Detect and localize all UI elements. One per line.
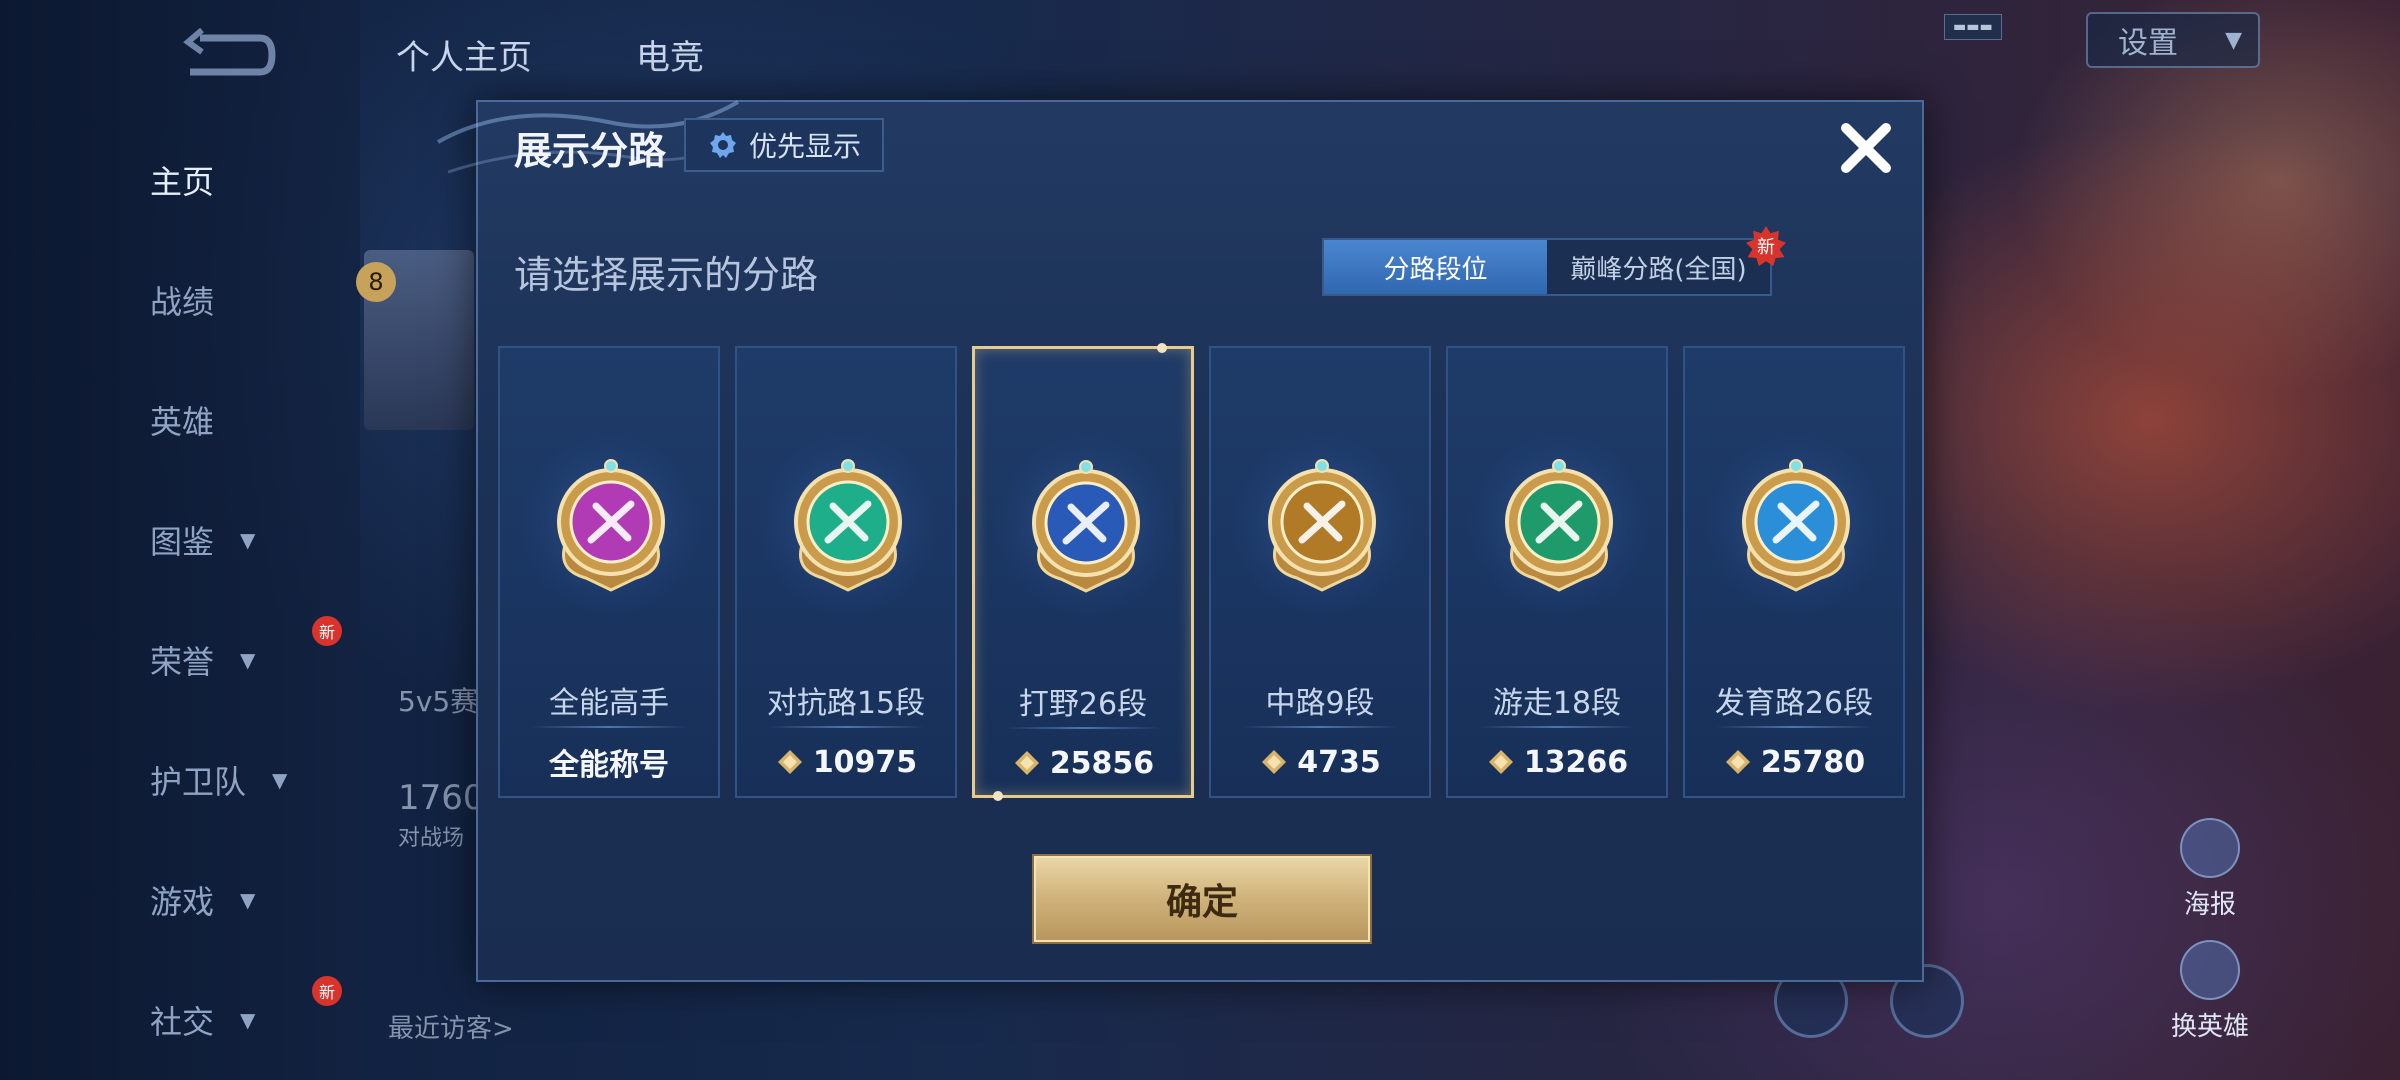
lane-name: 打野26段 — [1018, 687, 1148, 722]
chevron-down-icon: ▼ — [240, 888, 256, 912]
rank-points-icon — [1014, 751, 1039, 775]
lane-score: 25780 — [1685, 740, 1903, 784]
sidebar-item-label: 战绩 — [150, 283, 215, 321]
rank-points-icon — [777, 750, 802, 774]
lane-emblem-icon — [1268, 459, 1376, 592]
lane-emblem-icon — [1032, 460, 1140, 593]
priority-display-label: 优先显示 — [748, 130, 861, 163]
sidebar-item-label: 英雄 — [150, 403, 215, 441]
lane-score-value: 25856 — [1049, 745, 1155, 781]
divider — [1241, 726, 1399, 728]
new-badge: 新 — [1746, 226, 1786, 266]
sidebar-item[interactable]: 游戏 ▼ — [150, 870, 350, 930]
sidebar-item-label: 护卫队 — [150, 763, 247, 801]
swap-hero-icon — [2180, 940, 2240, 1000]
sidebar-item-label: 社交 — [150, 1003, 215, 1041]
tab-esports[interactable]: 电竞 — [636, 30, 704, 79]
lane-name: 对抗路15段 — [766, 686, 926, 721]
lane-card[interactable]: 打野26段 25856 — [972, 343, 1194, 801]
lane-score-value: 13266 — [1523, 744, 1629, 780]
sidebar-item[interactable]: 战绩 — [150, 270, 350, 330]
close-icon[interactable] — [1834, 116, 1898, 180]
rank-points-icon — [1488, 750, 1513, 774]
lane-score: 4735 — [1211, 740, 1429, 784]
divider — [530, 726, 688, 728]
sidebar-item-label: 游戏 — [150, 883, 215, 921]
settings-label: 设置 — [2118, 26, 2178, 61]
lane-card[interactable]: 游走18段 13266 — [1446, 346, 1668, 798]
sidebar-item[interactable]: 护卫队 ▼ — [150, 750, 350, 810]
divider — [1715, 726, 1873, 728]
lane-score: 全能称号 — [500, 740, 718, 784]
rank-level-badge: 8 — [356, 262, 396, 302]
lane-name: 全能高手 — [549, 686, 669, 721]
poster-icon — [2180, 818, 2240, 878]
back-icon[interactable] — [180, 28, 276, 82]
poster-label: 海报 — [2183, 890, 2236, 920]
new-badge: 新 — [312, 976, 342, 1006]
lane-name: 游走18段 — [1492, 686, 1622, 721]
gear-icon — [709, 132, 736, 158]
rank-points-icon — [1725, 750, 1750, 774]
priority-display-button[interactable]: 优先显示 — [684, 118, 884, 172]
lane-name: 发育路26段 — [1714, 686, 1874, 721]
lane-card[interactable]: 发育路26段 25780 — [1683, 346, 1905, 798]
poster-button[interactable]: 海报 — [2150, 818, 2270, 921]
swap-hero-label: 换英雄 — [2170, 1012, 2249, 1042]
lane-emblem-icon — [1505, 459, 1613, 592]
lane-mode-tabs: 分路段位 巅峰分路(全国) 新 — [1322, 226, 1786, 296]
lane-score-value: 4735 — [1297, 744, 1381, 780]
lane-score-value: 25780 — [1760, 744, 1866, 780]
lane-card-list: 全能高手 全能称号 对抗路15段 10975 打野26段 25856 中路9段 4735 游走1… — [498, 343, 1908, 801]
lane-display-dialog: 展示分路 优先显示 请选择展示的分路 分路段位 巅峰分路(全国) 新 全能高手全… — [437, 100, 1924, 982]
chevron-down-icon: ▼ — [240, 1008, 256, 1032]
divider — [1005, 727, 1161, 729]
lane-score: 25856 — [975, 741, 1191, 785]
tab-lane-rank[interactable]: 分路段位 — [1324, 240, 1547, 294]
sidebar-item[interactable]: 主页 — [150, 150, 350, 210]
chevron-down-icon: ▼ — [272, 768, 288, 792]
divider — [1478, 726, 1636, 728]
dialog-title: 展示分路 — [514, 129, 667, 173]
selection-corner-dot — [1157, 343, 1167, 353]
lane-score-value: 10975 — [812, 744, 918, 780]
lane-card[interactable]: 全能高手 全能称号 — [498, 346, 720, 798]
battle-text: 对战场 — [398, 826, 465, 851]
event-tag: ▬▬▬ — [1944, 14, 2002, 40]
lane-card[interactable]: 对抗路15段 10975 — [735, 346, 957, 798]
chevron-down-icon: ▼ — [2225, 27, 2242, 53]
recent-visitors-link[interactable]: 最近访客> — [388, 1008, 514, 1045]
lane-name: 中路9段 — [1265, 686, 1375, 721]
chevron-down-icon: ▼ — [240, 528, 256, 552]
tab-peak-lane[interactable]: 巅峰分路(全国) 新 — [1547, 226, 1786, 294]
mode-text: 5v5赛 — [398, 685, 479, 718]
count-text: 1760 — [398, 778, 485, 818]
settings-dropdown[interactable]: 设置 ▼ — [2086, 12, 2260, 68]
tab-lane-rank-label: 分路段位 — [1383, 254, 1488, 285]
lane-emblem-icon — [1742, 459, 1850, 592]
lane-score: 10975 — [737, 740, 955, 784]
tab-personal-home[interactable]: 个人主页 — [396, 30, 532, 79]
divider — [767, 726, 925, 728]
sidebar-item[interactable]: 英雄 — [150, 390, 350, 450]
new-badge: 新 — [312, 616, 342, 646]
lane-card[interactable]: 中路9段 4735 — [1209, 346, 1431, 798]
selection-corner-dot — [993, 791, 1003, 801]
sidebar-item-label: 主页 — [150, 163, 215, 201]
tab-peak-lane-label: 巅峰分路(全国) — [1570, 254, 1747, 285]
lane-score: 13266 — [1448, 740, 1666, 784]
lane-emblem-icon — [557, 459, 665, 592]
sidebar-item-label: 图鉴 — [150, 523, 215, 561]
rank-points-icon — [1262, 750, 1287, 774]
sidebar-item[interactable]: 图鉴 ▼ — [150, 510, 350, 570]
lane-emblem-icon — [794, 459, 902, 592]
select-lane-prompt: 请选择展示的分路 — [514, 253, 819, 297]
sidebar-item-label: 荣誉 — [150, 643, 215, 681]
confirm-button[interactable]: 确定 — [1034, 856, 1370, 942]
lane-score-value: 全能称号 — [549, 748, 669, 783]
chevron-down-icon: ▼ — [240, 648, 256, 672]
swap-hero-button[interactable]: 换英雄 — [2150, 940, 2270, 1043]
